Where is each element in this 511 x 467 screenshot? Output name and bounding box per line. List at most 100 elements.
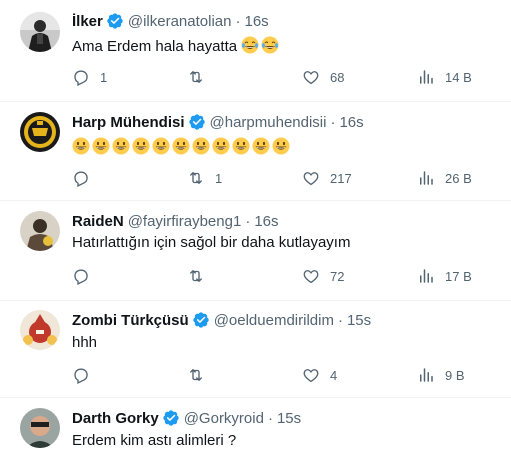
- timestamp[interactable]: 15s: [347, 312, 371, 329]
- grinning-emoji-icon: [92, 137, 110, 155]
- display-name[interactable]: Harp Mühendisi: [72, 114, 185, 131]
- tweet-header: Zombi Türkçüsü @oelduemdirildim · 15s: [72, 310, 371, 330]
- tweet-text-body: Erdem kim astı alimleri ?: [72, 432, 237, 449]
- tweet[interactable]: Harp Mühendisi @harpmuhendisii · 16s 1 2…: [0, 102, 511, 201]
- views-button[interactable]: 17 B: [417, 266, 472, 286]
- grinning-emoji-icon: [272, 137, 290, 155]
- grinning-emoji-icon: [232, 137, 250, 155]
- handle[interactable]: @ilkeranatolian: [128, 13, 232, 30]
- retweet-icon: [190, 270, 202, 282]
- action-bar: 1 68 14 B: [72, 67, 492, 87]
- reply-icon: [74, 171, 88, 187]
- retweet-icon: [190, 71, 202, 83]
- separator-dot: ·: [330, 113, 336, 131]
- joy-emoji-icon: [241, 36, 259, 54]
- views-count: 9 B: [445, 367, 465, 383]
- like-count: 72: [330, 268, 345, 284]
- reply-feed: İlker @ilkeranatolian · 16s Ama Erdem ha…: [0, 0, 511, 467]
- timestamp[interactable]: 15s: [277, 410, 301, 427]
- tweet-header: Darth Gorky @Gorkyroid · 15s: [72, 408, 301, 428]
- avatar[interactable]: [20, 310, 60, 350]
- tweet-text: Hatırlattığın için sağol bir daha kutlay…: [72, 233, 350, 253]
- tweet-text-body: hhh: [72, 334, 98, 351]
- display-name[interactable]: Darth Gorky: [72, 410, 159, 427]
- views-button[interactable]: 26 B: [417, 168, 472, 188]
- tweet[interactable]: Darth Gorky @Gorkyroid · 15s Erdem kim a…: [0, 398, 511, 467]
- verified-badge-icon: [107, 13, 123, 29]
- views-icon: [420, 368, 433, 382]
- views-icon: [420, 269, 433, 283]
- action-bar: 1 217 26 B: [72, 168, 492, 188]
- emoji-row: [72, 137, 292, 156]
- views-button[interactable]: 14 B: [417, 67, 472, 87]
- views-button[interactable]: 9 B: [417, 365, 465, 385]
- separator-dot: ·: [337, 311, 343, 329]
- reply-button[interactable]: [72, 365, 100, 385]
- grinning-emoji-icon: [112, 137, 130, 155]
- display-name[interactable]: İlker: [72, 13, 103, 30]
- verified-badge-icon: [188, 114, 205, 130]
- display-name[interactable]: RaideN: [72, 213, 124, 230]
- handle[interactable]: @Gorkyroid: [184, 410, 264, 427]
- like-icon: [303, 369, 319, 383]
- grinning-emoji-icon: [252, 137, 270, 155]
- reply-icon: [74, 70, 88, 86]
- display-name[interactable]: Zombi Türkçüsü: [72, 312, 189, 329]
- retweet-button[interactable]: [187, 67, 215, 87]
- joy-emoji-icon: [261, 36, 279, 54]
- timestamp[interactable]: 16s: [244, 13, 268, 30]
- tweet-text: Ama Erdem hala hayatta: [72, 36, 281, 57]
- retweet-icon: [190, 172, 202, 184]
- reply-icon: [74, 368, 88, 384]
- avatar[interactable]: [20, 12, 60, 52]
- retweet-button[interactable]: [187, 365, 215, 385]
- reply-icon: [74, 269, 88, 285]
- views-count: 14 B: [445, 69, 472, 85]
- like-button[interactable]: 4: [302, 365, 337, 385]
- retweet-button[interactable]: [187, 266, 215, 286]
- like-count: 217: [330, 170, 352, 186]
- tweet-header: RaideN @fayirfiraybeng1 · 16s: [72, 211, 279, 231]
- tweet[interactable]: RaideN @fayirfiraybeng1 · 16s Hatırlattı…: [0, 201, 511, 301]
- grinning-emoji-icon: [212, 137, 230, 155]
- handle[interactable]: @harpmuhendisii: [210, 114, 327, 131]
- separator-dot: ·: [245, 212, 251, 230]
- like-icon: [303, 71, 319, 85]
- avatar[interactable]: [20, 211, 60, 251]
- like-icon: [303, 270, 319, 284]
- retweet-button[interactable]: 1: [187, 168, 222, 188]
- views-icon: [420, 70, 433, 84]
- like-count: 68: [330, 69, 345, 85]
- reply-button[interactable]: 1: [72, 67, 107, 87]
- grinning-emoji-icon: [132, 137, 150, 155]
- handle[interactable]: @fayirfiraybeng1: [128, 213, 242, 230]
- reply-button[interactable]: [72, 168, 100, 188]
- handle[interactable]: @oelduemdirildim: [214, 312, 334, 329]
- retweet-count: 1: [215, 170, 223, 186]
- grinning-emoji-icon: [172, 137, 190, 155]
- reply-count: 1: [100, 69, 108, 85]
- action-bar: 4 9 B: [72, 365, 492, 385]
- tweet-text: hhh: [72, 333, 97, 353]
- tweet-header: Harp Mühendisi @harpmuhendisii · 16s: [72, 112, 364, 132]
- verified-badge-icon: [193, 312, 209, 328]
- like-button[interactable]: 72: [302, 266, 344, 286]
- avatar[interactable]: [20, 112, 60, 152]
- retweet-icon: [190, 369, 202, 381]
- tweet[interactable]: İlker @ilkeranatolian · 16s Ama Erdem ha…: [0, 0, 511, 102]
- like-button[interactable]: 217: [302, 168, 352, 188]
- tweet[interactable]: Zombi Türkçüsü @oelduemdirildim · 15s hh…: [0, 301, 511, 398]
- separator-dot: ·: [235, 12, 241, 30]
- tweet-text: Erdem kim astı alimleri ?: [72, 431, 236, 451]
- views-count: 17 B: [445, 268, 472, 284]
- avatar[interactable]: [20, 408, 60, 448]
- tweet-header: İlker @ilkeranatolian · 16s: [72, 11, 269, 31]
- emoji-row: [241, 36, 281, 55]
- timestamp[interactable]: 16s: [254, 213, 278, 230]
- grinning-emoji-icon: [192, 137, 210, 155]
- views-count: 26 B: [445, 170, 472, 186]
- timestamp[interactable]: 16s: [339, 114, 363, 131]
- grinning-emoji-icon: [72, 137, 90, 155]
- like-button[interactable]: 68: [302, 67, 344, 87]
- reply-button[interactable]: [72, 266, 100, 286]
